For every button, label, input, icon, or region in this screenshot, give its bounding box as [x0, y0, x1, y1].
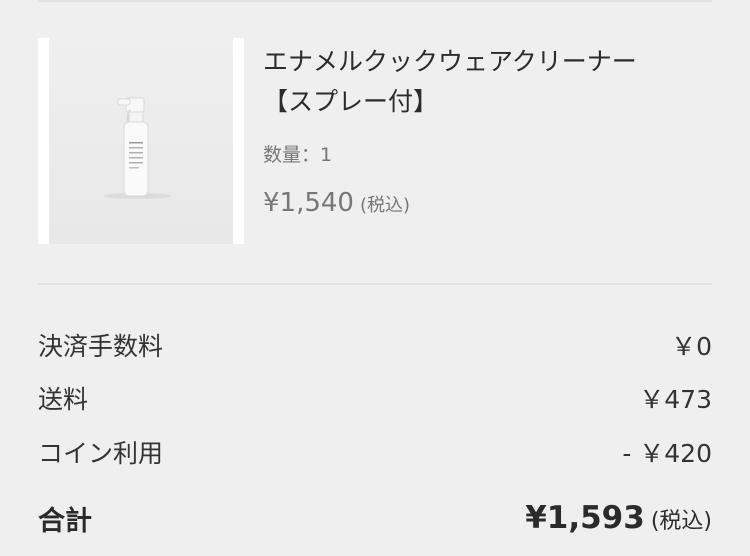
summary-divider	[38, 283, 712, 285]
cart-item: エナメルクックウェアクリーナー 【スプレー付】 数量：1 ¥1,540 (税込)	[38, 38, 712, 244]
shipping-label: 送料	[38, 385, 89, 414]
product-price-value: ¥1,540	[263, 188, 354, 218]
total-amount: ¥1,593	[525, 500, 645, 536]
payment-fee-value: ￥0	[671, 332, 712, 361]
product-name[interactable]: エナメルクックウェアクリーナー 【スプレー付】	[263, 42, 703, 122]
product-price: ¥1,540 (税込)	[263, 188, 410, 218]
total-row: 合計 ¥1,593 (税込)	[38, 498, 712, 538]
shipping-row: 送料 ￥473	[38, 378, 712, 418]
product-name-line2: 【スプレー付】	[263, 87, 439, 116]
total-value: ¥1,593 (税込)	[525, 500, 712, 536]
total-tax-note: (税込)	[650, 509, 712, 534]
product-quantity: 数量：1	[263, 144, 333, 166]
payment-fee-label: 決済手数料	[38, 332, 164, 361]
product-price-tax-note: (税込)	[359, 195, 411, 216]
payment-fee-row: 決済手数料 ￥0	[38, 325, 712, 365]
shipping-value: ￥473	[639, 385, 712, 414]
coin-usage-label: コイン利用	[38, 439, 164, 468]
spray-bottle-icon	[104, 97, 172, 199]
product-image[interactable]	[38, 38, 244, 244]
coin-usage-value: - ￥420	[622, 439, 712, 468]
top-divider	[38, 0, 712, 2]
product-name-line1: エナメルクックウェアクリーナー	[263, 47, 637, 76]
total-label: 合計	[38, 505, 92, 537]
coin-usage-row: コイン利用 - ￥420	[38, 432, 712, 472]
